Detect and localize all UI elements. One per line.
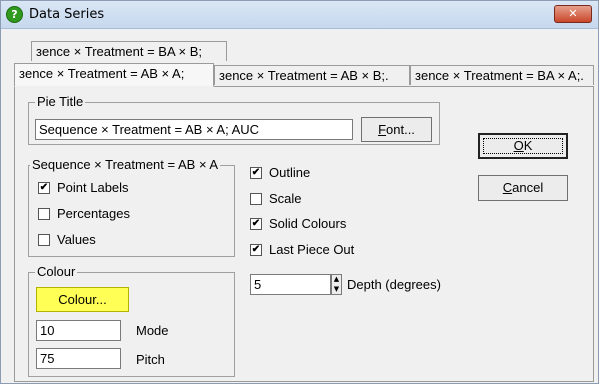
- tab-ab-b[interactable]: зence × Treatment = AB × B;.: [214, 65, 410, 85]
- checkbox-box: [38, 208, 50, 220]
- pitch-input[interactable]: 75: [36, 348, 121, 369]
- window-title: Data Series: [29, 7, 105, 22]
- tab-label: зence × Treatment = AB × A;: [19, 66, 185, 81]
- depth-stepper[interactable]: ▲ ▼: [331, 274, 342, 295]
- tab-label: зence × Treatment = BA × B;: [36, 44, 203, 59]
- tab-ba-a[interactable]: зence × Treatment = BA × A;.: [410, 65, 594, 85]
- ok-button[interactable]: OK: [478, 133, 568, 159]
- colour-button[interactable]: Colour...: [36, 287, 129, 312]
- tab-ba-b[interactable]: зence × Treatment = BA × B;: [31, 41, 227, 61]
- tab-label: зence × Treatment = AB × B;.: [219, 68, 389, 83]
- tab-label: зence × Treatment = BA × A;.: [415, 68, 584, 83]
- mode-label: Mode: [136, 323, 169, 338]
- spin-down-icon[interactable]: ▼: [332, 285, 341, 294]
- font-button[interactable]: Font...: [361, 117, 432, 142]
- group-label: Sequence × Treatment = AB × A: [30, 157, 221, 172]
- cancel-button[interactable]: Cancel: [478, 175, 568, 201]
- close-icon: ✕: [568, 7, 578, 20]
- title-bar[interactable]: ? Data Series ✕: [1, 1, 598, 29]
- group-label: Colour: [35, 264, 78, 279]
- depth-label: Depth (degrees): [347, 277, 441, 292]
- checkbox-box: ✔: [250, 218, 262, 230]
- mode-input[interactable]: 10: [36, 320, 121, 341]
- tab-ab-a[interactable]: зence × Treatment = AB × A;: [14, 63, 214, 87]
- pie-title-input[interactable]: Sequence × Treatment = AB × A; AUC: [35, 119, 353, 140]
- checkbox-box: [250, 193, 262, 205]
- group-label: Pie Title: [35, 94, 86, 109]
- checkbox-box: [38, 234, 50, 246]
- checkbox-box: ✔: [250, 167, 262, 179]
- close-button[interactable]: ✕: [554, 5, 592, 23]
- spin-up-icon[interactable]: ▲: [332, 275, 341, 284]
- dialog-window: ? Data Series ✕ зence × Treatment = BA ×…: [0, 0, 599, 384]
- question-icon: ?: [6, 6, 23, 23]
- checkbox-box: ✔: [38, 182, 50, 194]
- checkbox-box: ✔: [250, 244, 262, 256]
- pitch-label: Pitch: [136, 352, 165, 367]
- focus-rect: [483, 138, 563, 154]
- depth-input[interactable]: 5: [250, 274, 331, 295]
